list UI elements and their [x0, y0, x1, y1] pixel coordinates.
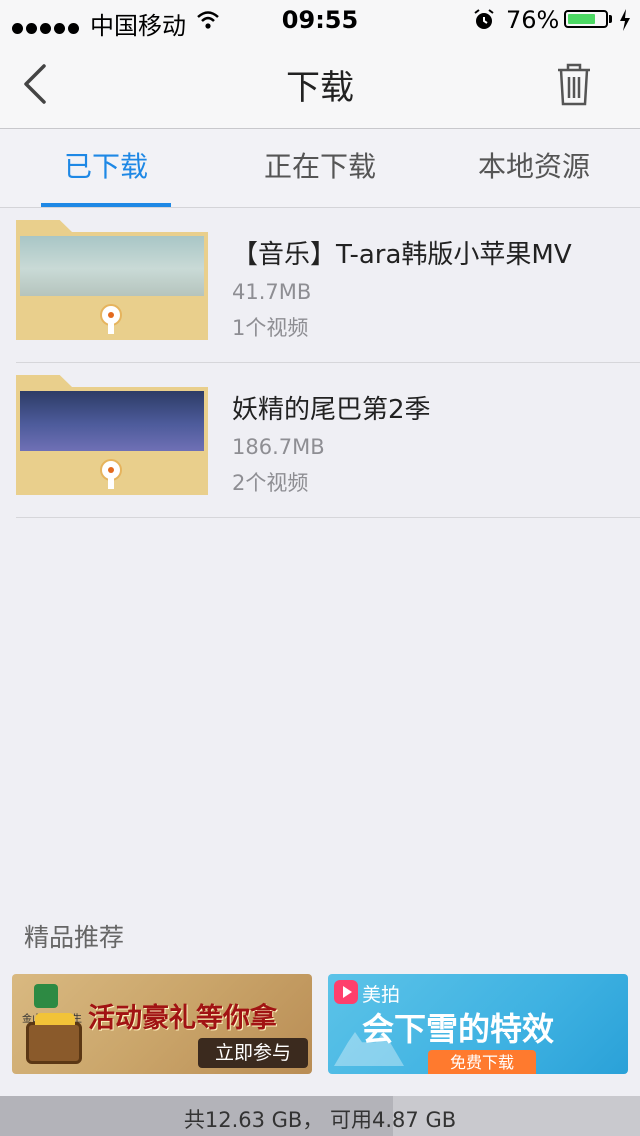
tab-downloaded[interactable]: 已下载	[0, 129, 212, 207]
ad-cta-button[interactable]: 立即参与	[198, 1038, 308, 1068]
status-bar: 中国移动 09:55 76%	[0, 0, 640, 40]
download-tabs: 已下载 正在下载 本地资源	[0, 129, 640, 208]
battery-doctor-logo-icon	[34, 984, 58, 1008]
item-size: 41.7MB	[232, 280, 312, 304]
meipai-logo-icon	[334, 980, 358, 1004]
list-item[interactable]: 妖精的尾巴第2季 186.7MB 2个视频	[0, 363, 640, 518]
battery-cap	[609, 15, 612, 23]
ad-cta-button[interactable]: 免费下载	[428, 1050, 536, 1074]
charging-icon	[618, 8, 632, 38]
folder-thumbnail	[16, 375, 208, 495]
page-title: 下载	[286, 68, 354, 108]
list-item[interactable]: 【音乐】T-ara韩版小苹果MV 41.7MB 1个视频	[0, 208, 640, 363]
item-video-count: 2个视频	[232, 471, 309, 495]
item-video-count: 1个视频	[232, 316, 309, 340]
ad-headline: 活动豪礼等你拿	[88, 1003, 277, 1034]
ad-headline: 会下雪的特效	[362, 1010, 555, 1048]
battery-percent: 76%	[506, 6, 560, 34]
delete-button[interactable]	[552, 60, 596, 108]
item-size: 186.7MB	[232, 435, 325, 459]
recommend-heading: 精品推荐	[24, 923, 125, 952]
alarm-icon	[472, 8, 496, 38]
storage-bar: 共12.63 GB， 可用4.87 GB	[0, 1096, 640, 1136]
item-title: 【音乐】T-ara韩版小苹果MV	[232, 240, 572, 270]
tab-downloading[interactable]: 正在下载	[212, 129, 428, 207]
trash-icon	[558, 63, 590, 106]
ad-banner-battery-doctor[interactable]: 金山电池医生 活动豪礼等你拿 立即参与	[12, 974, 312, 1074]
ad-brand: 美拍	[362, 984, 401, 1006]
divider	[16, 517, 640, 518]
item-title: 妖精的尾巴第2季	[232, 395, 431, 425]
battery-icon	[564, 10, 608, 28]
navigation-bar: 下载	[0, 40, 640, 129]
video-thumbnail	[20, 236, 204, 296]
storage-text: 共12.63 GB， 可用4.87 GB	[183, 1108, 457, 1132]
folder-thumbnail	[16, 220, 208, 340]
ad-banner-meipai[interactable]: 美拍 会下雪的特效 免费下载	[328, 974, 628, 1074]
video-thumbnail	[20, 391, 204, 451]
tab-local-resources[interactable]: 本地资源	[428, 129, 640, 207]
active-tab-indicator	[41, 203, 171, 207]
treasure-chest-icon	[26, 1013, 82, 1064]
